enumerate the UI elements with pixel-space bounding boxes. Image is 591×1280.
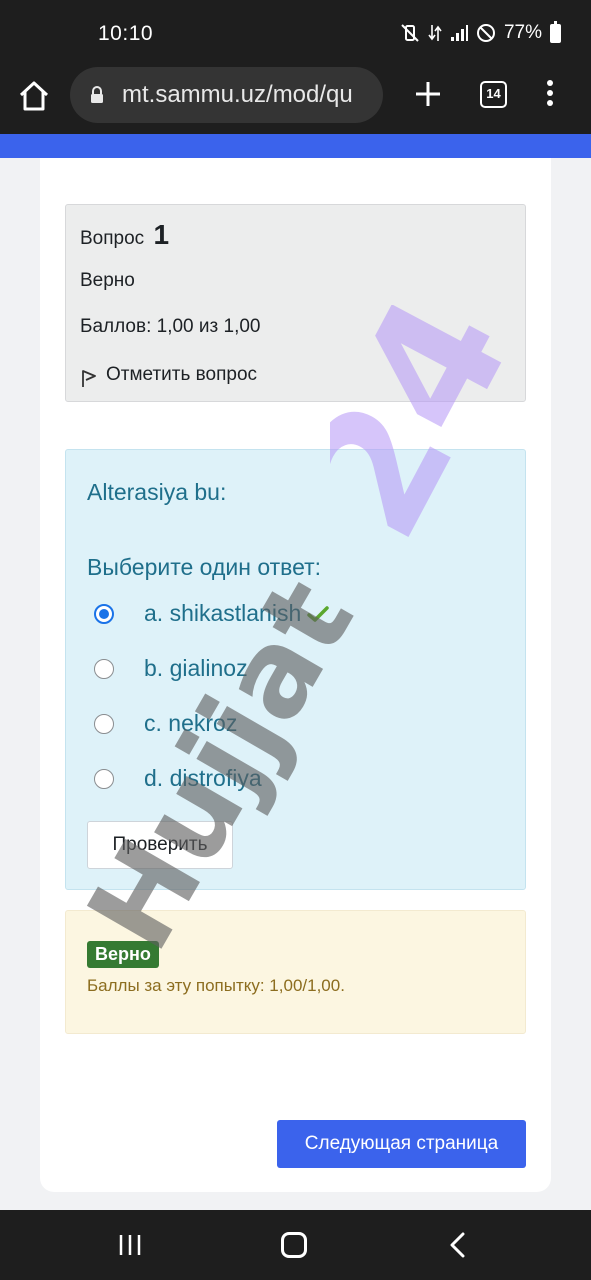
answer-option-c[interactable]: c. nekroz (94, 710, 237, 737)
status-time: 10:10 (98, 22, 154, 45)
status-icons: 77% (400, 20, 561, 44)
question-label: Вопрос (80, 228, 145, 249)
answer-label: b. gialinoz (144, 655, 248, 681)
answer-option-b[interactable]: b. gialinoz (94, 655, 248, 682)
data-arrows-icon (428, 25, 442, 41)
flag-question-label: Отметить вопрос (106, 364, 258, 385)
flag-question-link[interactable]: Отметить вопрос (80, 362, 257, 388)
answer-label: a. shikastlanish (144, 600, 302, 626)
attempt-score-text: Баллы за эту попытку: 1,00/1,00. (87, 976, 345, 995)
question-state: Верно (80, 270, 135, 291)
next-page-button[interactable]: Следующая страница (277, 1120, 526, 1168)
question-title: Вопрос 1 (80, 219, 169, 251)
content-card: Вопрос 1 Верно Баллов: 1,00 из 1,00 Отме… (40, 158, 551, 1192)
system-nav-bar (0, 1210, 591, 1280)
correct-check-icon (307, 605, 329, 622)
question-grade: Баллов: 1,00 из 1,00 (80, 316, 261, 337)
answer-radio[interactable] (94, 603, 114, 624)
page-background: Вопрос 1 Верно Баллов: 1,00 из 1,00 Отме… (0, 158, 591, 1210)
feedback-panel: Верно Баллы за эту попытку: 1,00/1,00. (65, 910, 526, 1034)
battery-icon (550, 20, 561, 43)
site-header-strip (0, 134, 591, 158)
question-info-panel: Вопрос 1 Верно Баллов: 1,00 из 1,00 Отме… (65, 204, 526, 402)
nav-home-icon[interactable] (281, 1232, 307, 1258)
tabs-icon[interactable]: 14 (480, 81, 507, 108)
lock-icon (91, 86, 103, 103)
new-tab-button[interactable] (410, 74, 446, 114)
flag-icon (82, 370, 96, 387)
signal-icon (450, 25, 468, 41)
battery-percent: 77% (503, 22, 542, 43)
mute-vibrate-icon (401, 24, 419, 42)
url-text: mt.sammu.uz/mod/qu (122, 81, 353, 108)
answer-label: d. distrofiya (144, 765, 262, 791)
question-number: 1 (153, 219, 170, 250)
browser-toolbar: mt.sammu.uz/mod/qu 14 (0, 66, 591, 134)
answer-radio[interactable] (94, 658, 114, 679)
check-button[interactable]: Проверить (87, 821, 233, 869)
back-icon[interactable] (448, 1232, 468, 1258)
answer-radio[interactable] (94, 768, 114, 789)
answer-option-a[interactable]: a. shikastlanish (94, 600, 329, 627)
answer-option-d[interactable]: d. distrofiya (94, 765, 262, 792)
status-bar: 10:10 77% (0, 0, 591, 66)
address-bar[interactable]: mt.sammu.uz/mod/qu (70, 67, 383, 123)
select-one-label: Выберите один ответ: (87, 554, 322, 580)
answer-label: c. nekroz (144, 710, 238, 736)
question-content-panel: Alterasiya bu: Выберите один ответ: a. s… (65, 449, 526, 890)
do-not-disturb-icon (476, 24, 495, 42)
correct-badge: Верно (87, 941, 159, 968)
plus-icon (416, 82, 440, 106)
question-text: Alterasiya bu: (87, 479, 227, 505)
more-vert-icon[interactable] (540, 80, 560, 110)
answer-radio[interactable] (94, 713, 114, 734)
recent-apps-icon[interactable] (118, 1233, 142, 1257)
home-icon[interactable] (16, 78, 52, 114)
